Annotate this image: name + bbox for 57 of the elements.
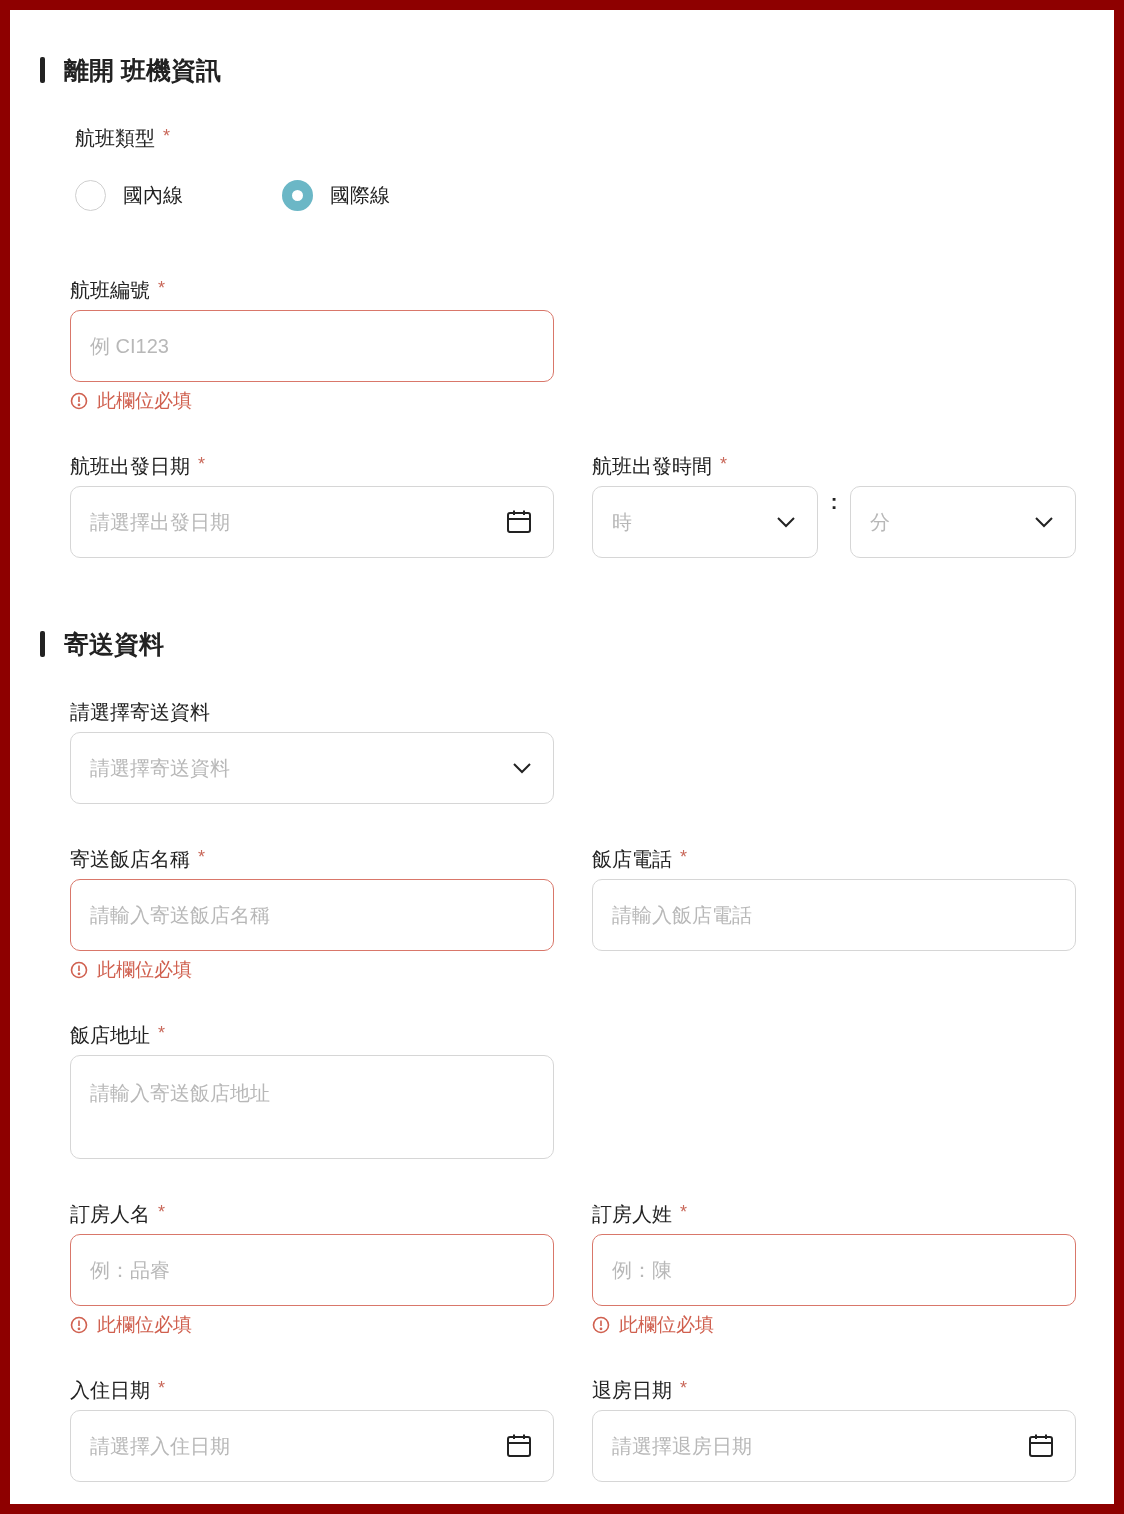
alert-icon <box>70 1316 88 1334</box>
dropdown[interactable]: 分 <box>850 486 1076 558</box>
radio-button[interactable] <box>75 180 106 211</box>
required-mark: * <box>680 1379 687 1397</box>
error-message: 此欄位必填 <box>97 1315 192 1335</box>
field-label: 訂房人姓 <box>592 1203 672 1225</box>
field-label: 航班類型 <box>75 127 155 149</box>
date-field[interactable]: 請選擇出發日期 <box>70 486 554 558</box>
heading-bar <box>40 57 45 83</box>
required-mark: * <box>680 1203 687 1221</box>
time-separator: : <box>829 492 839 512</box>
field-label: 退房日期 <box>592 1379 672 1401</box>
field-label: 入住日期 <box>70 1379 150 1401</box>
date-field[interactable]: 請選擇入住日期 <box>70 1410 554 1482</box>
alert-icon <box>70 961 88 979</box>
calendar-icon[interactable] <box>506 509 532 535</box>
required-mark: * <box>198 455 205 473</box>
required-mark: * <box>163 127 170 145</box>
field-label: 航班編號 <box>70 279 150 301</box>
radio-label: 國內線 <box>123 183 183 208</box>
radio-button[interactable] <box>282 180 313 211</box>
alert-icon <box>70 392 88 410</box>
field-label: 寄送飯店名稱 <box>70 848 190 870</box>
field-label: 飯店電話 <box>592 848 672 870</box>
text-area[interactable]: 請輸入寄送飯店地址 <box>70 1055 554 1159</box>
dropdown[interactable]: 請選擇寄送資料 <box>70 732 554 804</box>
error-message: 此欄位必填 <box>97 960 192 980</box>
field-label: 訂房人名 <box>70 1203 150 1225</box>
calendar-icon[interactable] <box>506 1433 532 1459</box>
radio-label: 國際線 <box>330 183 390 208</box>
heading-bar <box>40 631 45 657</box>
chevron-down-icon[interactable] <box>776 516 796 528</box>
required-mark: * <box>198 848 205 866</box>
field-label: 航班出發時間 <box>592 455 712 477</box>
input-field[interactable]: 例：品睿 <box>70 1234 554 1306</box>
input-field[interactable]: 例：陳 <box>592 1234 1076 1306</box>
required-mark: * <box>158 1379 165 1397</box>
required-mark: * <box>158 1024 165 1042</box>
field-label: 飯店地址 <box>70 1024 150 1046</box>
required-mark: * <box>680 848 687 866</box>
input-field[interactable]: 例 CI123 <box>70 310 554 382</box>
input-field[interactable]: 請輸入寄送飯店名稱 <box>70 879 554 951</box>
error-message: 此欄位必填 <box>97 391 192 411</box>
date-field[interactable]: 請選擇退房日期 <box>592 1410 1076 1482</box>
error-message: 此欄位必填 <box>619 1315 714 1335</box>
required-mark: * <box>720 455 727 473</box>
calendar-icon[interactable] <box>1028 1433 1054 1459</box>
field-label: 請選擇寄送資料 <box>70 701 210 723</box>
alert-icon <box>592 1316 610 1334</box>
field-label: 航班出發日期 <box>70 455 190 477</box>
chevron-down-icon[interactable] <box>512 762 532 774</box>
section-title: 離開 班機資訊 <box>64 54 221 86</box>
chevron-down-icon[interactable] <box>1034 516 1054 528</box>
required-mark: * <box>158 1203 165 1221</box>
required-mark: * <box>158 279 165 297</box>
dropdown[interactable]: 時 <box>592 486 818 558</box>
section-title: 寄送資料 <box>64 628 164 660</box>
